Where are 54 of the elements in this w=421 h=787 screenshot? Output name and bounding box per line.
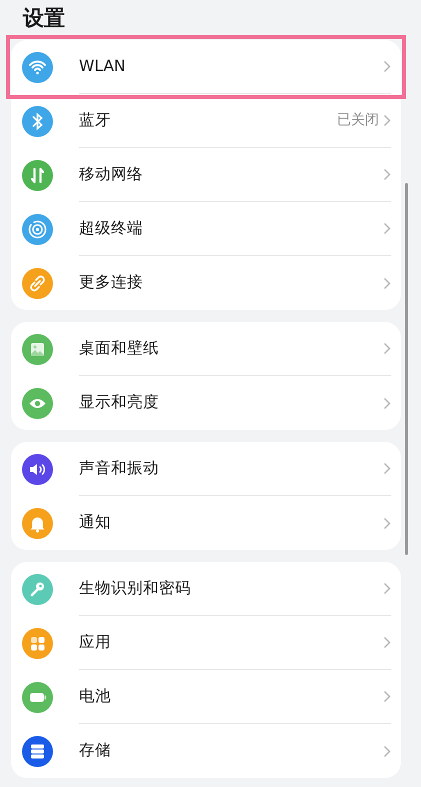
chevron-icon <box>383 342 391 355</box>
chevron-icon <box>383 690 391 703</box>
item-label: 生物识别和密码 <box>79 578 192 599</box>
apps-grid-icon <box>22 628 53 658</box>
chevron-icon <box>383 744 391 758</box>
chevron-icon <box>383 168 391 181</box>
settings-item[interactable]: 声音和振动 <box>11 442 401 496</box>
settings-item[interactable]: 更多连接 <box>11 256 401 310</box>
image-icon <box>22 334 53 364</box>
settings-item[interactable]: 应用 <box>11 616 401 670</box>
chevron-icon <box>383 276 391 290</box>
settings-item[interactable]: 存储 <box>11 724 401 778</box>
item-label: WLAN <box>79 56 127 77</box>
wifi-icon <box>22 52 53 82</box>
devices-ring-icon <box>22 214 53 244</box>
status-text: 已关闭 <box>337 111 379 130</box>
settings-item[interactable]: 显示和亮度 <box>11 376 401 430</box>
chevron-icon <box>383 636 391 649</box>
key-icon <box>22 574 53 604</box>
item-label: 声音和振动 <box>79 458 160 479</box>
link-icon <box>22 268 53 298</box>
speaker-icon <box>22 454 53 484</box>
chevron-icon <box>383 60 391 73</box>
highlighted-settings-item[interactable]: WLAN <box>11 40 401 94</box>
item-label: 蓝牙 <box>79 110 112 131</box>
updown-arrows-icon <box>22 160 53 190</box>
item-label: 电池 <box>79 686 112 707</box>
item-label: 桌面和壁纸 <box>79 338 160 359</box>
item-label: 更多连接 <box>79 272 144 294</box>
chevron-icon <box>383 222 391 235</box>
page-title: 设置 <box>23 5 65 32</box>
settings-item[interactable]: 桌面和壁纸 <box>11 322 401 376</box>
item-label: 存储 <box>79 740 112 762</box>
chevron-icon <box>383 582 391 595</box>
chevron-icon <box>383 396 391 410</box>
chevron-icon <box>383 114 391 127</box>
settings-item[interactable]: 超级终端 <box>11 202 401 256</box>
storage-icon <box>22 736 53 766</box>
item-label: 通知 <box>79 512 112 534</box>
settings-item[interactable]: 蓝牙 已关闭 <box>11 94 401 148</box>
bluetooth-icon <box>22 106 53 136</box>
chevron-icon <box>383 516 391 530</box>
battery-icon <box>22 682 53 712</box>
item-label: 显示和亮度 <box>79 392 160 414</box>
item-label: 移动网络 <box>79 164 144 185</box>
bell-icon <box>22 508 53 538</box>
item-label: 超级终端 <box>79 218 144 239</box>
settings-item[interactable]: 移动网络 <box>11 148 401 202</box>
chevron-icon <box>383 462 391 475</box>
settings-item[interactable]: 电池 <box>11 670 401 724</box>
settings-item[interactable]: 生物识别和密码 <box>11 562 401 616</box>
settings-item[interactable]: 通知 <box>11 496 401 550</box>
eye-icon <box>22 388 53 418</box>
item-label: 应用 <box>79 632 112 653</box>
